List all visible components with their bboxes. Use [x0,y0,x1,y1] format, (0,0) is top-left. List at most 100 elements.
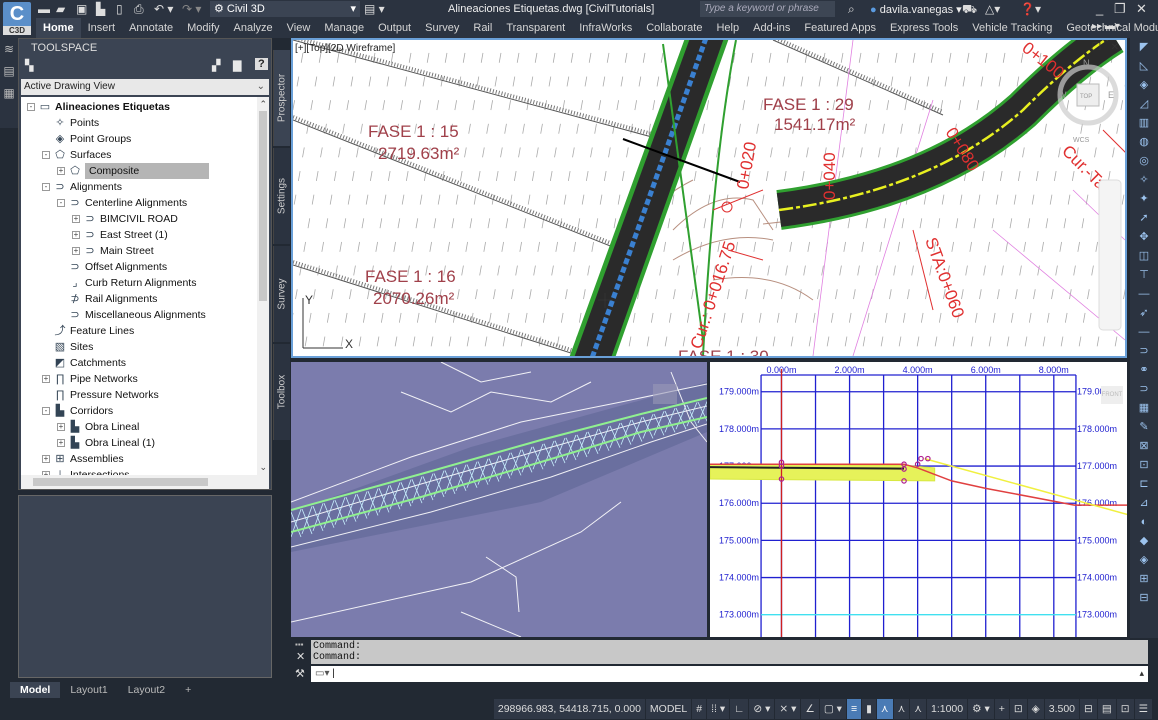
workspace-dropdown[interactable]: ⚙ Civil 3D ▾ [210,1,360,17]
toolbar-tool-icon[interactable]: ⚭ [1130,361,1158,380]
toggle-item-view-icon[interactable]: ▞ [212,59,220,72]
command-recent-icon[interactable]: ▴ [1139,668,1144,679]
snap-icon[interactable]: ⁞⁞ ▾ [707,699,730,719]
toolbar-tool-icon[interactable]: ⊃ [1130,342,1158,361]
ribbon-tab[interactable]: Rail [466,18,499,38]
scroll-down-icon[interactable]: ⌄ [259,462,267,473]
3d-viewport[interactable] [291,362,707,637]
layers-icon[interactable]: ≋ [0,38,18,60]
tree-item[interactable]: + ⊃ East Street (1) [72,227,168,243]
ribbon-tab[interactable]: Annotate [122,18,180,38]
ribbon-tab[interactable]: Output [371,18,418,38]
grip-icon[interactable]: ▪▪▪ [295,640,304,649]
toolbar-tool-icon[interactable]: — [1130,323,1158,342]
undo-icon[interactable]: ↶ ▾ [154,2,173,16]
tree-item[interactable]: - ⬠ Surfaces [42,147,111,163]
toolbar-tool-icon[interactable]: ◺ [1130,57,1158,76]
view-selector-dropdown[interactable]: Active Drawing View ⌄ [21,79,269,95]
user-account[interactable]: ● davila.vanegas ▾ [870,3,962,16]
ribbon-tab[interactable]: Express Tools [883,18,965,38]
binoculars-icon[interactable]: ⌕ [848,2,855,17]
workspace-gear-icon[interactable]: ⚙ ▾ [968,699,994,719]
hardware-accel-icon[interactable]: ◈ [1027,699,1044,719]
search-input[interactable]: Type a keyword or phrase [700,1,835,17]
tree-item[interactable]: + ⊃ BIMCIVIL ROAD [72,211,178,227]
annotation-scale-icon[interactable]: ⋏ [910,699,926,719]
close-icon[interactable]: ✕ [296,650,305,663]
share-icon[interactable]: ▤ ▾ [364,2,385,16]
ribbon-tab[interactable]: InfraWorks [572,18,639,38]
expand-icon[interactable]: + [72,231,80,239]
tree-item[interactable]: + ⊃ Main Street [72,243,154,259]
more-tabs-icon[interactable]: ▸▸ ▬▾ [1092,21,1120,32]
ortho-icon[interactable]: ∟ [730,699,749,719]
section-viewport[interactable]: 179.000m 179.000m 178.000m 178.000m 177.000m… [710,362,1127,637]
ribbon-tab[interactable]: Vehicle Tracking [965,18,1059,38]
tree-item[interactable]: + ▙ Obra Lineal [57,419,139,435]
tree-item[interactable]: - ⊃ Alignments [42,179,122,195]
layout-tab[interactable]: Layout2 [118,682,175,698]
viewport-controls-label[interactable]: [+][Top][2D Wireframe] [295,43,395,54]
ribbon-tab[interactable]: Help [709,18,746,38]
collapse-icon[interactable]: - [27,103,35,111]
tree-item[interactable]: ⌟ Curb Return Alignments [57,275,196,291]
restore-button[interactable]: ❐ [1114,1,1126,17]
cart-icon[interactable]: ⛟ [962,2,977,18]
toolbar-tool-icon[interactable]: ▦ [1130,399,1158,418]
ribbon-tab[interactable]: Home [36,18,81,38]
viewcube-label[interactable]: N [1083,58,1090,68]
annotation-value[interactable]: 3.500 [1044,699,1080,719]
redo-icon[interactable]: ↷ ▾ [182,2,201,16]
item-view-icon[interactable]: ▚ [25,59,33,72]
toolbar-tool-icon[interactable]: ✦ [1130,190,1158,209]
toolbar-tool-icon[interactable]: ⊿ [1130,494,1158,513]
scroll-up-icon[interactable]: ⌃ [259,99,267,110]
units-icon[interactable]: ⊟ [1080,699,1097,719]
tree-item[interactable]: ⤴ Feature Lines [42,323,135,339]
scroll-thumb[interactable] [33,478,208,486]
expand-icon[interactable]: + [57,167,65,175]
print-icon[interactable]: ⎙ [134,2,144,17]
toolbar-tool-icon[interactable]: ◿ [1130,95,1158,114]
collapse-icon[interactable]: - [42,407,50,415]
expand-icon[interactable]: + [57,423,65,431]
toolspace-tab-prospector[interactable]: Prospector [273,50,290,146]
viewcube-label[interactable]: W [1058,90,1067,100]
tree-item[interactable]: ⊃ Miscellaneous Alignments [57,307,205,323]
toolbar-tool-icon[interactable]: ✥ [1130,228,1158,247]
toolbar-tool-icon[interactable]: ⊏ [1130,475,1158,494]
toolbar-tool-icon[interactable]: ◈ [1130,551,1158,570]
help-icon[interactable]: ❓▾ [1020,2,1041,16]
ribbon-tab[interactable]: Manage [317,18,371,38]
toolspace-tab-survey[interactable]: Survey [273,246,290,342]
tree-vertical-scrollbar[interactable] [257,97,269,475]
tree-item[interactable]: + ⊥ Intersections [42,467,130,475]
angle-icon[interactable]: ∠ [801,699,819,719]
polar-icon[interactable]: ⊘ ▾ [749,699,775,719]
coordinates-readout[interactable]: 298966.983, 54418.715, 0.000 [493,699,645,719]
grid-icon[interactable]: # [692,699,707,719]
quick-properties-icon[interactable]: ▤ [1097,699,1116,719]
plus-icon[interactable]: + [994,699,1009,719]
tree-item[interactable]: - ⊃ Centerline Alignments [57,195,187,211]
tree-item[interactable]: ▧ Sites [42,339,94,355]
toolbar-tool-icon[interactable]: ⊃ [1130,380,1158,399]
viewcube-icon[interactable] [653,384,677,404]
expand-icon[interactable]: + [72,247,80,255]
expand-icon[interactable]: + [42,375,50,383]
toolbar-tool-icon[interactable]: ◐ [1130,513,1158,532]
toolspace-icon[interactable]: ▦ [0,82,18,104]
toolbar-tool-icon[interactable]: ➶ [1130,304,1158,323]
clean-screen-icon[interactable]: ⊡ [1116,699,1134,719]
annotation-scale-dropdown[interactable]: 1:1000 [926,699,968,719]
scroll-thumb[interactable] [259,111,267,301]
tree-item[interactable]: ◈ Point Groups [42,131,132,147]
viewcube-label[interactable]: E [1108,90,1114,100]
object-snap-track-icon[interactable]: ▢ ▾ [819,699,846,719]
tree-item[interactable]: + ⊞ Assemblies [42,451,124,467]
toolbar-tool-icon[interactable]: ◤ [1130,38,1158,57]
toolbar-tool-icon[interactable]: ✧ [1130,171,1158,190]
lineweight-icon[interactable]: ≡ [846,699,862,719]
new-icon[interactable]: ▬ [38,2,50,16]
expand-icon[interactable]: + [57,439,65,447]
